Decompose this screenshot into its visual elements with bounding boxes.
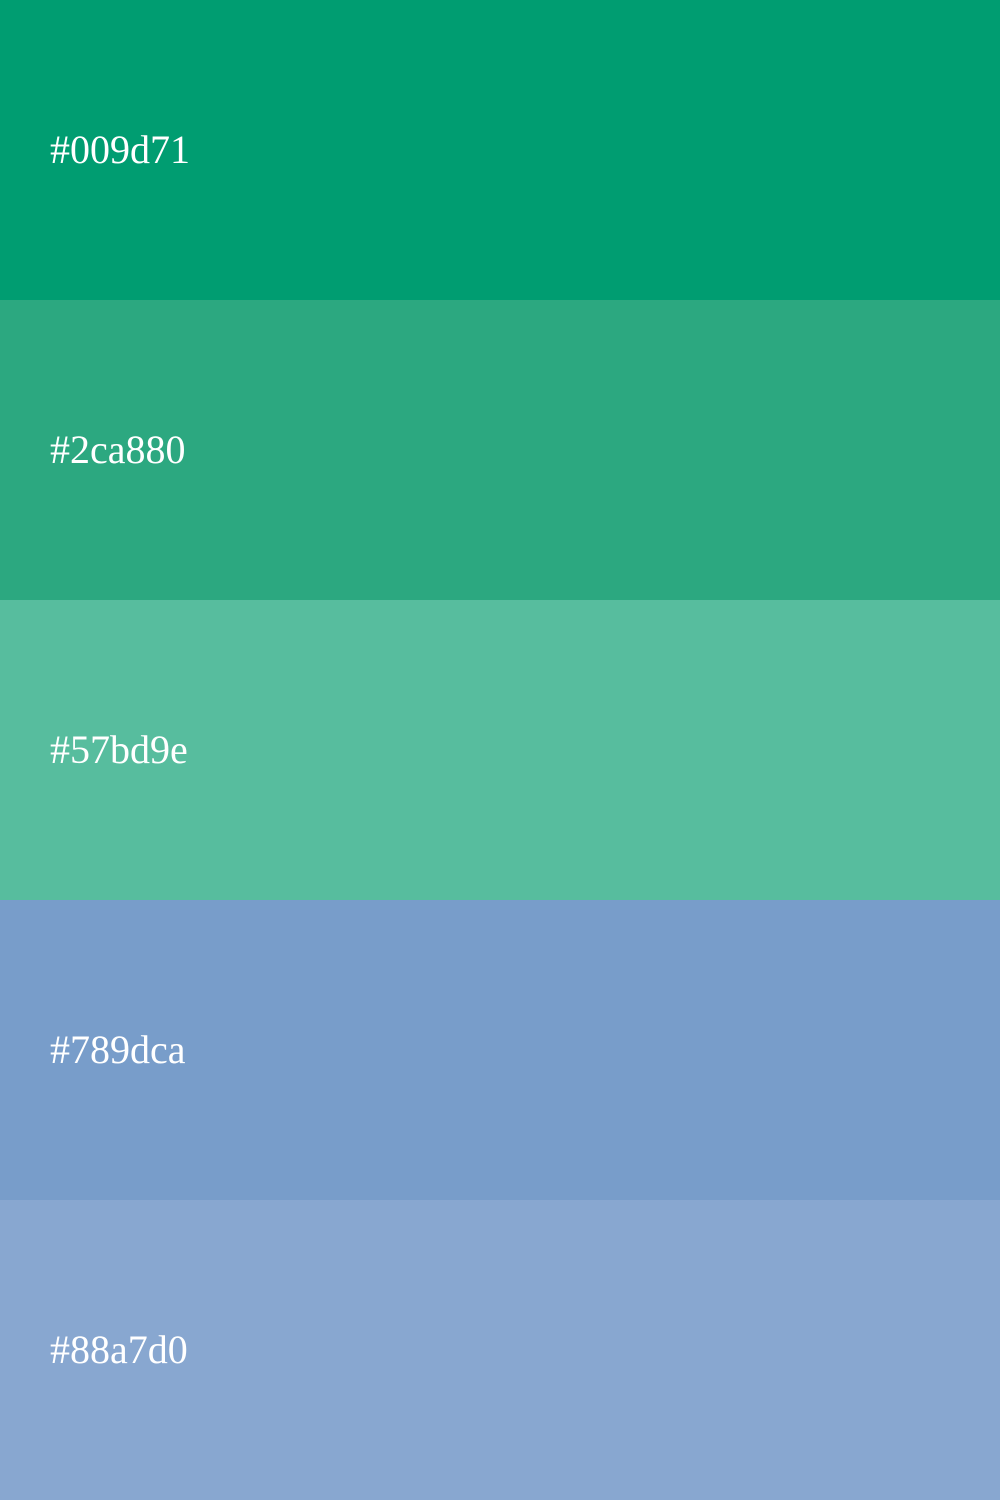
color-swatch: #789dca: [0, 900, 1000, 1200]
swatch-hex-label: #2ca880: [50, 427, 186, 472]
swatch-hex-label: #009d71: [50, 127, 190, 172]
swatch-hex-label: #789dca: [50, 1027, 186, 1072]
color-swatch: #88a7d0: [0, 1200, 1000, 1500]
color-swatch: #57bd9e: [0, 600, 1000, 900]
color-swatch: #009d71: [0, 0, 1000, 300]
swatch-hex-label: #88a7d0: [50, 1327, 188, 1372]
color-palette: #009d71 #2ca880 #57bd9e #789dca #88a7d0: [0, 0, 1000, 1500]
color-swatch: #2ca880: [0, 300, 1000, 600]
swatch-hex-label: #57bd9e: [50, 727, 188, 772]
